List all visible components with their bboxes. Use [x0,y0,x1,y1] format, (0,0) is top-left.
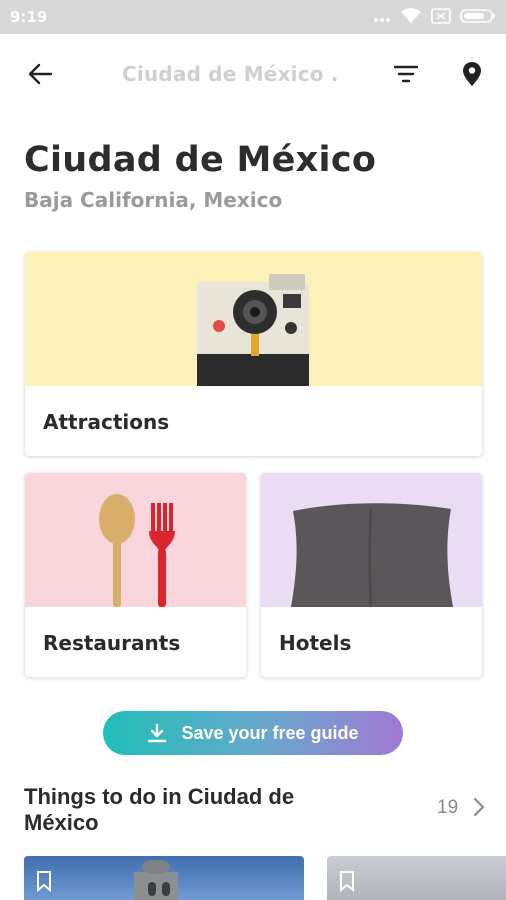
wifi-icon [400,7,422,30]
attraction-thumbnail[interactable] [24,856,304,900]
back-arrow-icon [28,63,53,85]
save-guide-button[interactable]: Save your free guide [103,711,403,755]
section-title: Things to do in Ciudad de México [24,784,295,835]
hotels-label: Hotels [279,631,352,655]
hotels-card[interactable]: Hotels [261,473,482,677]
status-icons [373,7,496,30]
filter-button[interactable] [388,56,424,92]
back-button[interactable] [22,56,58,92]
section-count[interactable]: 19 [437,797,458,819]
app-bar-title: Ciudad de México . [122,62,339,86]
more-dots-icon [373,10,391,28]
sim-icon [431,8,451,29]
bookmark-icon[interactable] [339,870,355,897]
bookmark-icon[interactable] [36,870,52,897]
restaurants-label: Restaurants [43,631,181,655]
map-button[interactable] [454,56,490,92]
attractions-image [25,252,482,386]
hotels-image [261,473,482,608]
battery-icon [460,8,496,29]
church-photo [134,860,178,900]
restaurants-image [25,473,246,607]
app-bar: Ciudad de México . [0,34,506,114]
filter-icon [394,65,418,83]
attraction-thumbnail[interactable] [327,856,506,900]
pillow-illustration [291,503,453,608]
camera-illustration [197,274,309,386]
status-time: 9:19 [10,8,48,26]
save-guide-label: Save your free guide [181,722,359,743]
page-subtitle: Baja California, Mexico [24,188,283,212]
page-title: Ciudad de México [24,140,377,180]
attractions-label: Attractions [43,410,170,434]
restaurants-card[interactable]: Restaurants [25,473,246,677]
download-icon [147,723,167,743]
spoon-fork-illustration [99,494,175,607]
chevron-right-icon[interactable] [472,796,486,823]
status-bar: 9:19 [0,0,506,34]
attractions-card[interactable]: Attractions [25,252,482,456]
location-pin-icon [463,62,481,86]
